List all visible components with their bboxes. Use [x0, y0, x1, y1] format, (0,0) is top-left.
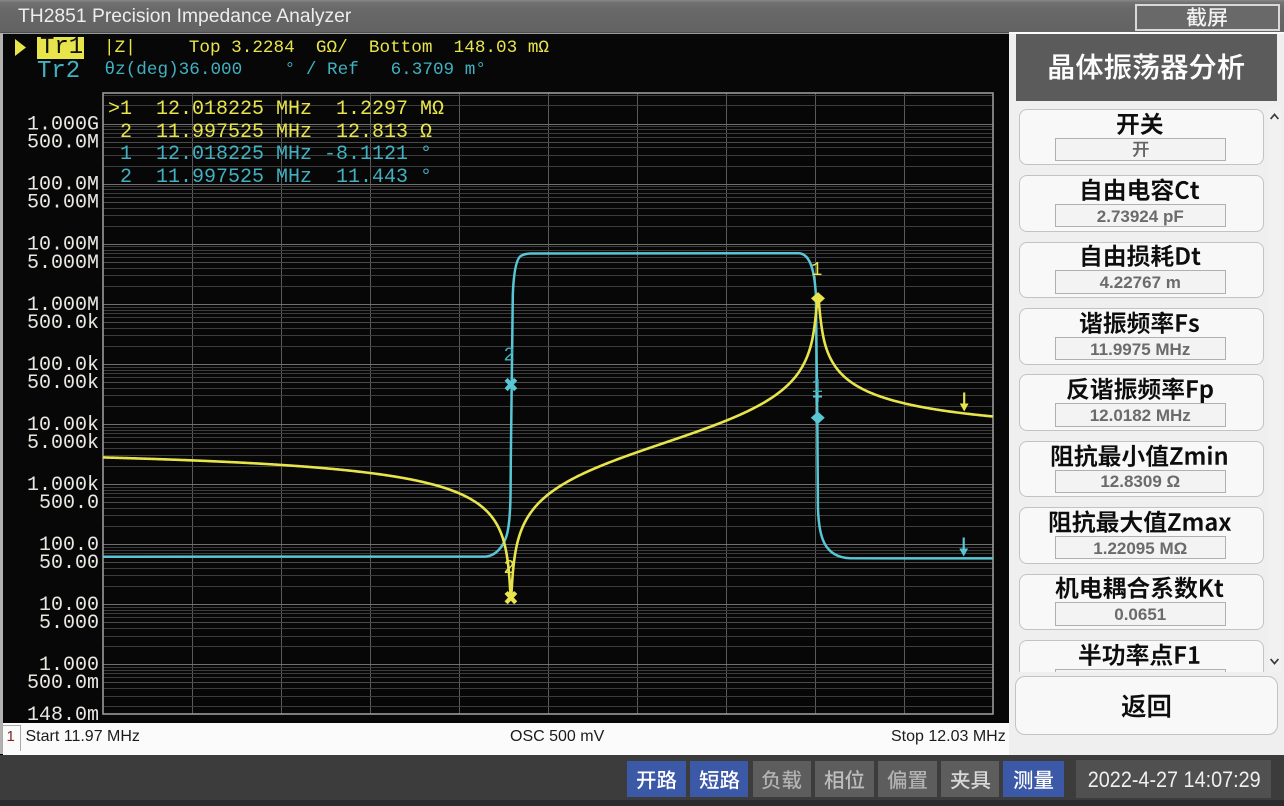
- svg-text:1: 1: [812, 376, 823, 398]
- svg-text:1: 1: [811, 259, 822, 281]
- svg-text:2: 2: [504, 345, 515, 367]
- svg-text:50.00k: 50.00k: [27, 372, 99, 395]
- svg-text:500.0k: 500.0k: [27, 312, 99, 335]
- svg-text:5.000: 5.000: [39, 612, 99, 635]
- svg-text:500.0: 500.0: [39, 492, 99, 515]
- svg-text:2: 2: [504, 557, 515, 579]
- svg-text:50.00: 50.00: [39, 552, 99, 575]
- svg-text:500.0m: 500.0m: [27, 672, 99, 695]
- svg-text:500.0M: 500.0M: [27, 132, 99, 155]
- svg-text:5.000M: 5.000M: [27, 252, 99, 275]
- svg-text:5.000k: 5.000k: [27, 432, 99, 455]
- svg-text:50.00M: 50.00M: [27, 192, 99, 215]
